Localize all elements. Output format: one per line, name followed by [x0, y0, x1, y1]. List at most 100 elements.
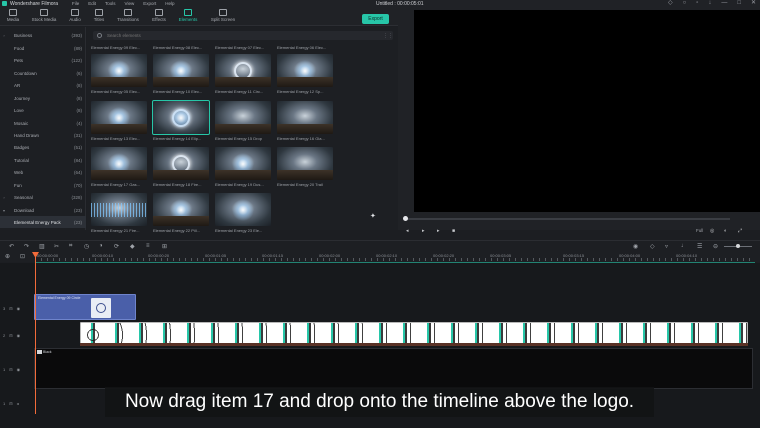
preview-scrubber[interactable]	[405, 218, 730, 220]
menu-help[interactable]: Help	[165, 1, 174, 6]
tab-elements[interactable]: Elements	[173, 9, 203, 22]
grid-view-icon[interactable]: ⋮⋮	[383, 33, 393, 39]
quality-select[interactable]: Full	[696, 228, 703, 233]
marker-icon[interactable]: ▿	[665, 243, 668, 250]
volume-icon[interactable]: ◐	[724, 228, 727, 234]
speed-icon[interactable]: ◷	[84, 243, 89, 250]
category-item[interactable]: Web (64)	[0, 166, 86, 178]
menu-view[interactable]: View	[125, 1, 135, 6]
lock-icon[interactable]: ⊟	[9, 306, 12, 311]
element-thumbnail	[153, 193, 209, 226]
category-item[interactable]: Journey (8)	[0, 92, 86, 104]
category-item[interactable]: Fun (70)	[0, 179, 86, 191]
zoom-out-icon[interactable]: ⊖	[713, 243, 718, 250]
mic-icon[interactable]: ♩	[681, 243, 687, 249]
color-icon[interactable]: ◑	[99, 243, 103, 249]
adjust-icon[interactable]: ≡	[146, 243, 150, 249]
lock-icon[interactable]: ⊟	[9, 367, 12, 372]
render-icon[interactable]: ◉	[633, 243, 638, 250]
tab-media[interactable]: Media	[0, 9, 28, 22]
menu-export[interactable]: Export	[143, 1, 156, 6]
element-item[interactable]: Elemental Energy 11 Circ...	[215, 54, 271, 94]
fullscreen-icon[interactable]: ⤢	[738, 228, 742, 234]
minimize-icon[interactable]: —	[721, 0, 727, 7]
play-forward-icon[interactable]: ▸	[437, 228, 440, 234]
tab-stock-media[interactable]: Stock Media	[29, 9, 59, 22]
element-clip[interactable]: Elemental Energy 09 Circle	[34, 294, 136, 320]
track-number: 3	[3, 305, 6, 311]
account-icon[interactable]: ◇	[668, 0, 673, 7]
category-item[interactable]: ▾ Download (23)	[0, 204, 86, 216]
tab-transitions[interactable]: Transitions	[113, 9, 143, 22]
ruler-label: 00:00:02:20	[433, 253, 455, 258]
delete-icon[interactable]: ▥	[39, 243, 45, 250]
category-item[interactable]: Countdown (6)	[0, 67, 86, 79]
element-item[interactable]: Elemental Energy 16 Gla...	[277, 101, 333, 141]
category-item[interactable]: Pets (122)	[0, 54, 86, 66]
element-item[interactable]: Elemental Energy 21 Fire...	[91, 193, 147, 233]
menu-file[interactable]: File	[72, 1, 79, 6]
eye-icon[interactable]: ◉	[17, 306, 21, 311]
element-item[interactable]: Elemental Energy 10 Elec...	[153, 54, 209, 94]
category-item[interactable]: Hand Drawn (31)	[0, 129, 86, 141]
playhead[interactable]	[35, 254, 36, 414]
keyframe-icon[interactable]: ◆	[130, 243, 135, 250]
redo-icon[interactable]: ↷	[24, 243, 29, 250]
element-item[interactable]: Elemental Energy 13 Elec...	[91, 101, 147, 141]
eye-icon[interactable]: ◉	[17, 333, 21, 338]
zoom-slider-handle[interactable]	[736, 244, 740, 248]
notification-icon[interactable]: ○	[683, 0, 687, 7]
black-video-clip[interactable]: Black	[34, 348, 753, 389]
add-track-icon[interactable]: ⊕	[5, 253, 10, 260]
save-icon[interactable]: ▫	[696, 0, 698, 7]
element-item[interactable]: Elemental Energy 23 Ele...	[215, 193, 271, 233]
element-item[interactable]: Elemental Energy 12 Sp...	[277, 54, 333, 94]
clip-audio-strip	[80, 343, 748, 346]
element-item[interactable]: Elemental Energy 15 Drop	[215, 101, 271, 141]
stop-icon[interactable]: ■	[452, 228, 455, 234]
element-item[interactable]: Elemental Energy 14 Elip...	[152, 100, 210, 141]
eye-icon[interactable]: ◉	[17, 367, 21, 372]
speaker-icon[interactable]: ◂	[17, 401, 19, 406]
snapshot-icon[interactable]: ◎	[710, 228, 714, 234]
category-item[interactable]: Food (89)	[0, 42, 86, 54]
category-item[interactable]: AR (8)	[0, 79, 86, 91]
lock-icon[interactable]: ⊟	[9, 333, 12, 338]
timeline-ruler[interactable]: ⊕ ⊡ 00:00:00:00 00:00:00:10 00:00:00:20 …	[0, 252, 760, 262]
element-item[interactable]: Elemental Energy 20 Trail	[277, 147, 333, 187]
tab-effects[interactable]: Effects	[144, 9, 174, 22]
lock-icon[interactable]: ⊟	[9, 401, 12, 406]
cut-icon[interactable]: ✂	[54, 243, 59, 250]
menu-tools[interactable]: Tools	[105, 1, 116, 6]
category-item[interactable]: Tutorial (84)	[0, 154, 86, 166]
close-icon[interactable]: ✕	[751, 0, 756, 7]
export-button[interactable]: Export	[362, 14, 389, 24]
category-item[interactable]: Love (8)	[0, 104, 86, 116]
category-item-selected[interactable]: Elemental Energy Pack (23)	[0, 216, 86, 228]
category-item[interactable]: › Seasonal (328)	[0, 191, 86, 203]
crop-icon[interactable]: ⌗	[69, 243, 72, 250]
tab-titles[interactable]: Titles	[84, 9, 114, 22]
maximize-icon[interactable]: □	[737, 0, 741, 7]
mixer-icon[interactable]: ☰	[697, 243, 702, 250]
category-item[interactable]: › Business (393)	[0, 29, 86, 41]
link-icon[interactable]: ⊡	[20, 253, 25, 260]
scrubber-handle[interactable]	[403, 216, 408, 221]
element-item[interactable]: Elemental Energy 22 Pill...	[153, 193, 209, 233]
play-icon[interactable]: ▸	[422, 228, 425, 234]
stabilize-icon[interactable]: ⟳	[114, 243, 119, 250]
split-icon[interactable]: ⊞	[162, 243, 167, 250]
menu-edit[interactable]: Edit	[88, 1, 96, 6]
category-item[interactable]: Mosaic (4)	[0, 117, 86, 129]
prev-frame-icon[interactable]: ◂	[406, 228, 409, 234]
tab-split-screen[interactable]: Split Screen	[208, 9, 238, 22]
element-item[interactable]: Elemental Energy 05 Elec...	[91, 54, 147, 94]
download-icon[interactable]: ↓	[708, 0, 711, 7]
element-item[interactable]: Elemental Energy 19 Dus...	[215, 147, 271, 187]
element-item[interactable]: Elemental Energy 17 Gas...	[91, 147, 147, 187]
undo-icon[interactable]: ↶	[9, 243, 14, 250]
category-item[interactable]: Badges (51)	[0, 141, 86, 153]
search-input[interactable]	[93, 31, 393, 40]
element-item[interactable]: Elemental Energy 18 Fire...	[153, 147, 209, 187]
shield-icon[interactable]: ◇	[650, 243, 655, 250]
